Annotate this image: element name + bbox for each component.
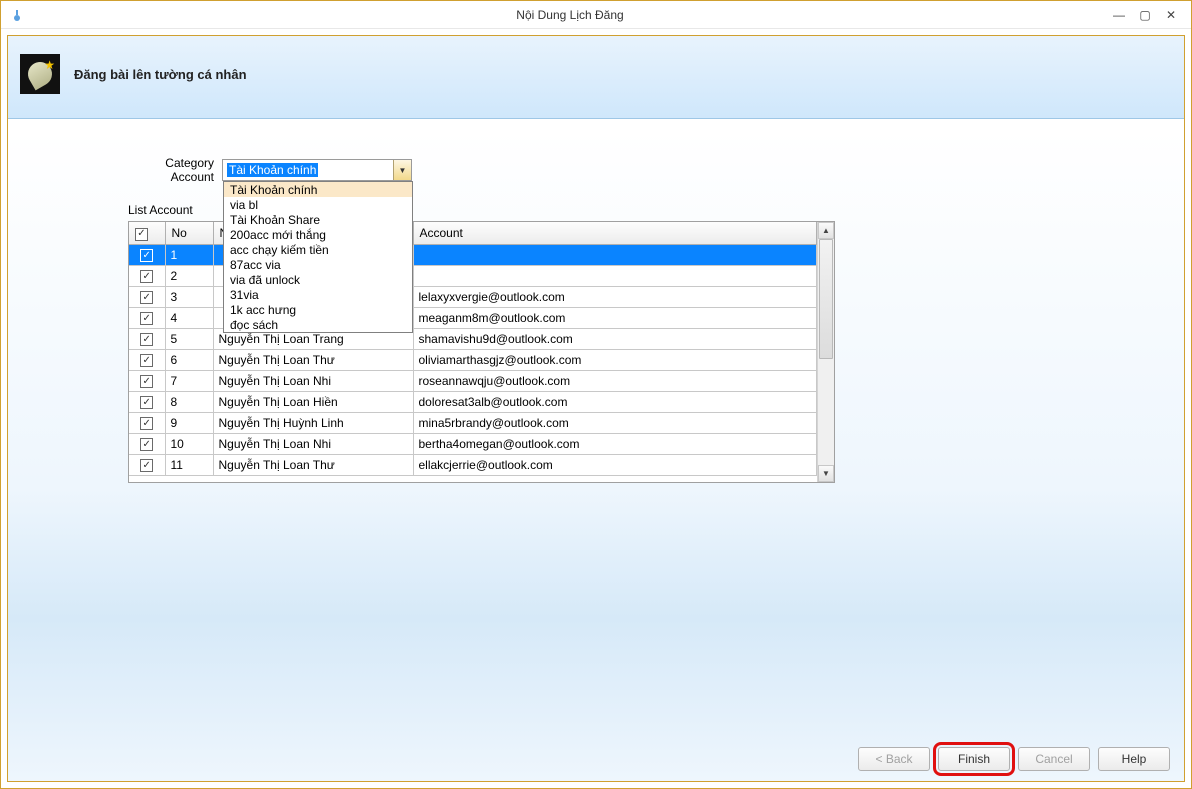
content-area: Category Account Tài Khoản chính ▼ Tài K… bbox=[8, 131, 1184, 781]
cell-no: 8 bbox=[165, 391, 213, 412]
category-option[interactable]: 200acc mới thắng bbox=[224, 227, 412, 242]
button-bar: < Back Finish Cancel Help bbox=[858, 747, 1170, 771]
titlebar: Nội Dung Lịch Đăng — ▢ ✕ bbox=[1, 1, 1191, 29]
cell-account: bertha4omegan@outlook.com bbox=[413, 433, 817, 454]
app-icon bbox=[9, 7, 25, 23]
category-option[interactable]: đọc sách bbox=[224, 317, 412, 332]
cell-name: Nguyễn Thị Loan Thư bbox=[213, 349, 413, 370]
cell-account bbox=[413, 265, 817, 286]
table-row[interactable]: ✓ 7Nguyễn Thị Loan Nhiroseannawqju@outloo… bbox=[129, 370, 817, 391]
category-option[interactable]: 1k acc hưng bbox=[224, 302, 412, 317]
page-title: Đăng bài lên tường cá nhân bbox=[74, 67, 247, 82]
category-combo[interactable]: Tài Khoản chính ▼ Tài Khoản chínhvia blT… bbox=[222, 159, 412, 181]
cell-no: 4 bbox=[165, 307, 213, 328]
cell-name: Nguyễn Thị Loan Thư bbox=[213, 454, 413, 475]
row-checkbox[interactable]: ✓ bbox=[140, 249, 153, 262]
chevron-down-icon[interactable]: ▼ bbox=[393, 160, 411, 180]
category-dropdown: Tài Khoản chínhvia blTài Khoản Share200a… bbox=[223, 181, 413, 333]
cell-no: 3 bbox=[165, 286, 213, 307]
row-checkbox[interactable]: ✓ bbox=[140, 312, 153, 325]
table-row[interactable]: ✓ 8Nguyễn Thị Loan Hiềndoloresat3alb@outl… bbox=[129, 391, 817, 412]
cell-account: roseannawqju@outlook.com bbox=[413, 370, 817, 391]
table-row[interactable]: ✓ 6Nguyễn Thị Loan Thưoliviamarthasgjz@ou… bbox=[129, 349, 817, 370]
category-label: Category Account bbox=[128, 156, 218, 184]
cell-no: 1 bbox=[165, 244, 213, 265]
cell-account: mina5rbrandy@outlook.com bbox=[413, 412, 817, 433]
table-row[interactable]: ✓ 9Nguyễn Thị Huỳnh Linhmina5rbrandy@outl… bbox=[129, 412, 817, 433]
window-controls: — ▢ ✕ bbox=[1107, 5, 1183, 25]
minimize-button[interactable]: — bbox=[1107, 5, 1131, 25]
scroll-up-icon[interactable]: ▲ bbox=[818, 222, 834, 239]
cell-account: lelaxyxvergie@outlook.com bbox=[413, 286, 817, 307]
window: Nội Dung Lịch Đăng — ▢ ✕ ★ Đăng bài lên … bbox=[0, 0, 1192, 789]
maximize-button[interactable]: ▢ bbox=[1133, 5, 1157, 25]
category-option[interactable]: via đã unlock bbox=[224, 272, 412, 287]
cell-no: 7 bbox=[165, 370, 213, 391]
row-checkbox[interactable]: ✓ bbox=[140, 396, 153, 409]
back-button[interactable]: < Back bbox=[858, 747, 930, 771]
row-checkbox[interactable]: ✓ bbox=[140, 459, 153, 472]
scroll-down-icon[interactable]: ▼ bbox=[818, 465, 834, 482]
category-combo-text: Tài Khoản chính bbox=[223, 160, 393, 180]
row-checkbox[interactable]: ✓ bbox=[140, 291, 153, 304]
column-header-no[interactable]: No bbox=[165, 222, 213, 244]
row-checkbox[interactable]: ✓ bbox=[140, 375, 153, 388]
cell-name: Nguyễn Thị Loan Nhi bbox=[213, 370, 413, 391]
column-header-checkbox[interactable]: ✓ bbox=[129, 222, 165, 244]
category-option[interactable]: via bl bbox=[224, 197, 412, 212]
category-option[interactable]: acc chạy kiếm tiền bbox=[224, 242, 412, 257]
cell-account: ellakcjerrie@outlook.com bbox=[413, 454, 817, 475]
post-icon: ★ bbox=[20, 54, 60, 94]
cell-name: Nguyễn Thị Huỳnh Linh bbox=[213, 412, 413, 433]
category-option[interactable]: 87acc via bbox=[224, 257, 412, 272]
cell-name: Nguyễn Thị Loan Nhi bbox=[213, 433, 413, 454]
cell-account: shamavishu9d@outlook.com bbox=[413, 328, 817, 349]
window-body: ★ Đăng bài lên tường cá nhân Category Ac… bbox=[1, 29, 1191, 788]
cell-no: 6 bbox=[165, 349, 213, 370]
inner-frame: ★ Đăng bài lên tường cá nhân Category Ac… bbox=[7, 35, 1185, 782]
window-title: Nội Dung Lịch Đăng bbox=[33, 8, 1107, 22]
row-checkbox[interactable]: ✓ bbox=[140, 270, 153, 283]
column-header-account[interactable]: Account bbox=[413, 222, 817, 244]
cell-no: 5 bbox=[165, 328, 213, 349]
header-checkbox[interactable]: ✓ bbox=[135, 228, 148, 241]
cell-no: 2 bbox=[165, 265, 213, 286]
cell-account: meaganm8m@outlook.com bbox=[413, 307, 817, 328]
cell-account: doloresat3alb@outlook.com bbox=[413, 391, 817, 412]
row-checkbox[interactable]: ✓ bbox=[140, 417, 153, 430]
cell-no: 10 bbox=[165, 433, 213, 454]
cell-name: Nguyễn Thị Loan Hiền bbox=[213, 391, 413, 412]
category-option[interactable]: Tài Khoản Share bbox=[224, 212, 412, 227]
category-option[interactable]: 31via bbox=[224, 287, 412, 302]
scroll-thumb[interactable] bbox=[819, 239, 833, 359]
table-row[interactable]: ✓ 10Nguyễn Thị Loan Nhibertha4omegan@outl… bbox=[129, 433, 817, 454]
cell-no: 11 bbox=[165, 454, 213, 475]
row-checkbox[interactable]: ✓ bbox=[140, 333, 153, 346]
header-strip: ★ Đăng bài lên tường cá nhân bbox=[8, 36, 1184, 119]
category-option[interactable]: Tài Khoản chính bbox=[224, 182, 412, 197]
row-checkbox[interactable]: ✓ bbox=[140, 438, 153, 451]
cell-account: oliviamarthasgjz@outlook.com bbox=[413, 349, 817, 370]
category-row: Category Account Tài Khoản chính ▼ Tài K… bbox=[128, 159, 1184, 181]
table-row[interactable]: ✓ 11Nguyễn Thị Loan Thưellakcjerrie@outlo… bbox=[129, 454, 817, 475]
cell-no: 9 bbox=[165, 412, 213, 433]
close-button[interactable]: ✕ bbox=[1159, 5, 1183, 25]
row-checkbox[interactable]: ✓ bbox=[140, 354, 153, 367]
help-button[interactable]: Help bbox=[1098, 747, 1170, 771]
cell-account bbox=[413, 244, 817, 265]
finish-button[interactable]: Finish bbox=[938, 747, 1010, 771]
table-scrollbar[interactable]: ▲ ▼ bbox=[817, 222, 834, 482]
cancel-button[interactable]: Cancel bbox=[1018, 747, 1090, 771]
